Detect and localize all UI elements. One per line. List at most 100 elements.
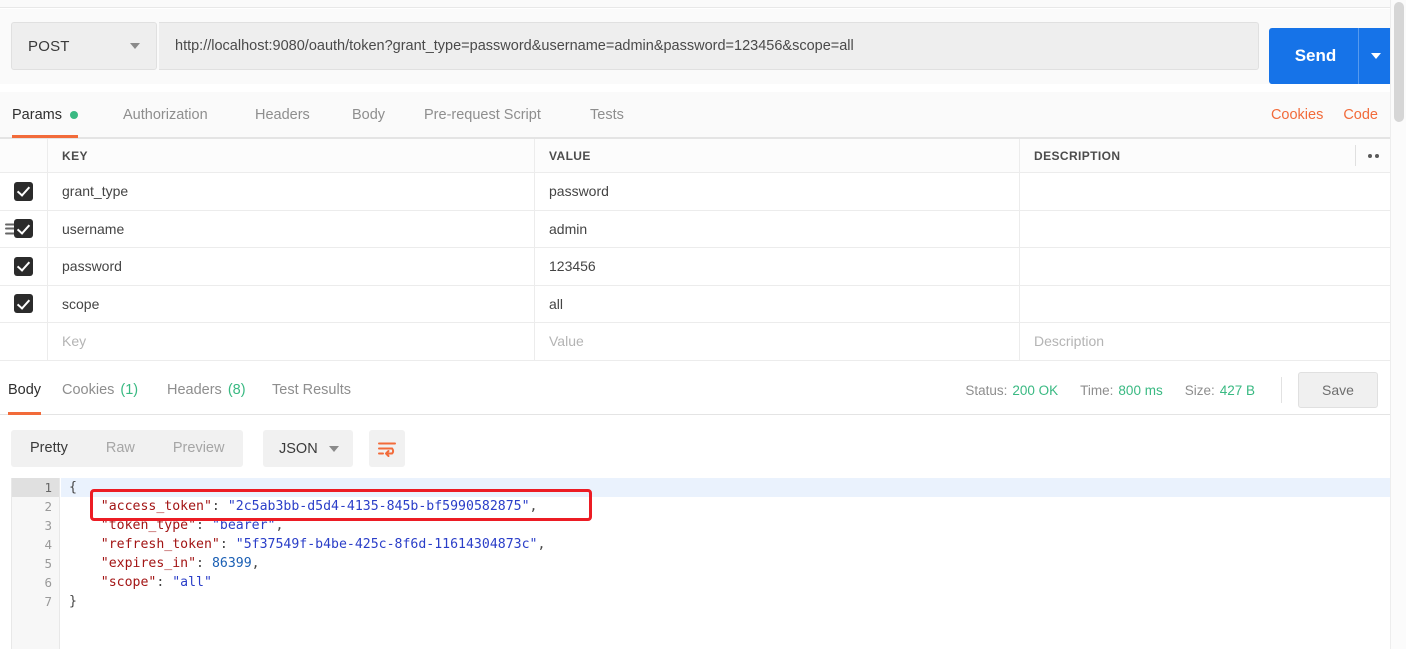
param-key-input-scope[interactable]: scope [48, 285, 535, 322]
param-key-placeholder: Key [62, 333, 87, 350]
bulk-edit-menu-icon[interactable] [1368, 153, 1379, 158]
table-row: grant_type password [0, 173, 1390, 211]
table-row-empty: Key Value Description [0, 323, 1390, 361]
header-divider [1355, 145, 1356, 166]
param-key-input-username[interactable]: username [48, 210, 535, 247]
param-description-input-scope[interactable] [1020, 286, 1390, 323]
size-label: Size: [1184, 382, 1215, 398]
tab-authorization[interactable]: Authorization [123, 92, 208, 138]
header-key-cell: KEY [48, 139, 535, 172]
tab-test-results[interactable]: Test Results [272, 365, 351, 415]
request-url-text: http://localhost:9080/oauth/token?grant_… [175, 38, 854, 54]
active-tab-underline [8, 412, 42, 415]
window-top-strip [0, 0, 1390, 8]
tab-authorization-label: Authorization [123, 107, 208, 123]
params-modified-dot-icon [69, 111, 78, 119]
param-key-input-new[interactable]: Key [48, 323, 535, 360]
header-key-label: KEY [62, 148, 88, 163]
status-label: Status: [965, 382, 1008, 398]
line-number: 6 [44, 575, 52, 590]
code-line: "refresh_token": "5f37549f-b4be-425c-8f6… [100, 537, 546, 552]
row-checkbox-cell [0, 173, 48, 210]
vertical-scrollbar-thumb[interactable] [1394, 2, 1404, 122]
response-format-label: JSON [279, 440, 318, 457]
param-value-input-new[interactable]: Value [535, 323, 1020, 360]
view-mode-raw[interactable]: Raw [87, 430, 154, 467]
response-view-mode-group: Pretty Raw Preview [11, 430, 244, 467]
param-checkbox-scope[interactable] [14, 294, 33, 314]
param-description-input-new[interactable]: Description [1020, 323, 1390, 360]
param-description-input-grant-type[interactable] [1020, 173, 1390, 210]
vertical-scrollbar[interactable] [1390, 0, 1406, 649]
word-wrap-icon [378, 442, 396, 457]
tab-response-cookies[interactable]: Cookies (1) [62, 365, 138, 415]
tab-tests-label: Tests [590, 107, 624, 123]
header-checkbox-cell [0, 139, 48, 172]
send-button-label: Send [1294, 46, 1337, 65]
headers-count: (8) [227, 382, 246, 398]
param-description-input-username[interactable] [1020, 211, 1390, 248]
cookies-link[interactable]: Cookies [1271, 107, 1323, 123]
response-tab-bar: Body Cookies (1) Headers (8) Test Result… [0, 365, 1390, 415]
header-description-label: DESCRIPTION [1034, 148, 1121, 163]
param-value-text: password [549, 183, 609, 200]
param-key-text: scope [62, 295, 100, 312]
request-tab-bar: Params Authorization Headers Body Pre-re… [0, 92, 1390, 138]
line-number: 2 [44, 499, 52, 514]
http-method-selector[interactable]: POST [11, 22, 157, 70]
param-description-input-password[interactable] [1020, 248, 1390, 285]
line-number-gutter: 1 2 3 4 5 6 7 [12, 478, 69, 649]
word-wrap-toggle[interactable] [369, 430, 405, 467]
tab-response-headers[interactable]: Headers (8) [167, 365, 246, 415]
save-button-label: Save [1322, 382, 1354, 398]
row-checkbox-cell [0, 285, 48, 322]
view-mode-pretty[interactable]: Pretty [11, 430, 87, 467]
code-line: "expires_in": 86399, [100, 556, 260, 571]
param-value-input-password[interactable]: 123456 [535, 248, 1020, 285]
tab-pre-request-script-label: Pre-request Script [424, 107, 541, 123]
header-description-cell: DESCRIPTION [1020, 139, 1390, 172]
param-key-text: password [62, 258, 122, 275]
response-format-selector[interactable]: JSON [263, 430, 353, 467]
param-checkbox-password[interactable] [14, 256, 33, 276]
tab-body[interactable]: Body [352, 92, 385, 138]
request-url-input[interactable]: http://localhost:9080/oauth/token?grant_… [159, 22, 1259, 70]
param-key-input-grant-type[interactable]: grant_type [48, 173, 535, 210]
param-key-input-password[interactable]: password [48, 248, 535, 285]
row-checkbox-cell [0, 210, 48, 247]
header-value-cell: VALUE [535, 139, 1020, 172]
line-number: 1 [12, 478, 69, 497]
param-value-text: all [549, 295, 564, 312]
param-value-input-username[interactable]: admin [535, 210, 1020, 247]
tab-params-label: Params [12, 107, 62, 123]
param-value-text: 123456 [549, 258, 596, 275]
send-button[interactable]: Send [1269, 28, 1393, 84]
request-tab-links: Cookies Code [1251, 92, 1378, 138]
tab-response-body[interactable]: Body [8, 365, 42, 415]
chevron-down-icon [130, 43, 140, 49]
tab-params[interactable]: Params [12, 92, 78, 138]
response-body-viewer: 1 2 3 4 5 6 7 { "access_token": "2c5ab3bb-d5d4… [11, 478, 1390, 649]
param-value-placeholder: Value [549, 333, 584, 350]
param-value-input-scope[interactable]: all [535, 285, 1020, 322]
param-checkbox-grant-type[interactable] [14, 181, 33, 201]
send-options-button[interactable] [1359, 53, 1393, 59]
table-row: password 123456 [0, 248, 1390, 286]
tab-tests[interactable]: Tests [590, 92, 624, 138]
code-line: "token_type": "bearer", [100, 518, 284, 533]
line-number: 3 [44, 518, 52, 533]
table-row: username admin [0, 210, 1390, 248]
save-response-button[interactable]: Save [1298, 372, 1378, 408]
response-meta: Status: 200 OK Time: 800 ms Size: 427 B … [943, 365, 1378, 415]
param-value-input-grant-type[interactable]: password [535, 173, 1020, 210]
table-row: scope all [0, 285, 1390, 323]
time-label: Time: [1080, 382, 1114, 398]
response-code-lines[interactable]: { "access_token": "2c5ab3bb-d5d4-4135-84… [61, 478, 1390, 649]
tab-pre-request-script[interactable]: Pre-request Script [424, 92, 541, 138]
code-link[interactable]: Code [1343, 107, 1378, 123]
cookies-count: (1) [120, 382, 139, 398]
view-mode-preview[interactable]: Preview [154, 430, 244, 467]
param-checkbox-username[interactable] [14, 219, 33, 239]
tab-headers[interactable]: Headers [255, 92, 310, 138]
http-method-label: POST [28, 37, 70, 55]
